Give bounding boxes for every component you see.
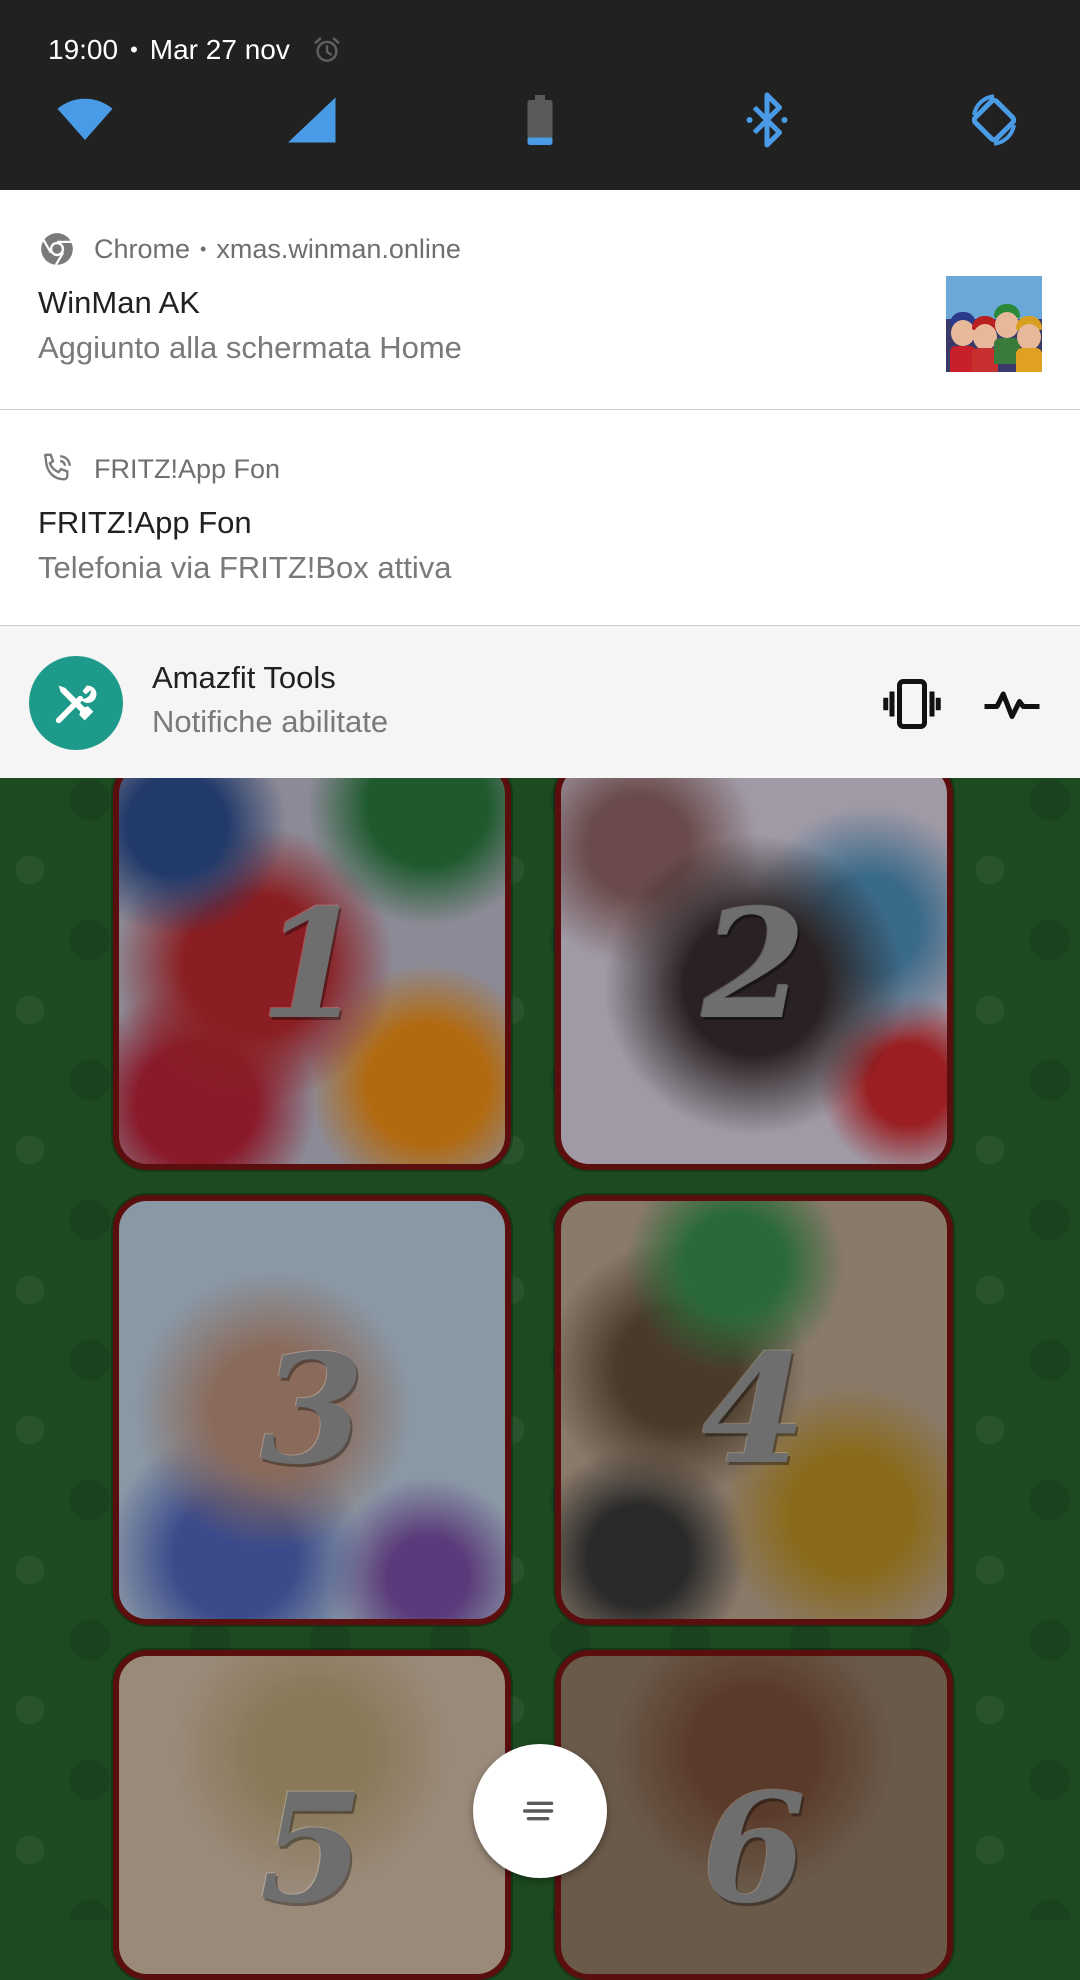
notification-header: Chrome • xmas.winman.online: [38, 230, 461, 268]
calendar-door-2[interactable]: 2: [555, 760, 953, 1170]
notification-shade-header: 19:00 • Mar 27 nov: [0, 0, 1080, 190]
calendar-door-6[interactable]: 6: [555, 1650, 953, 1980]
notification-title: FRITZ!App Fon: [38, 505, 252, 540]
notification-text: Aggiunto alla schermata Home: [38, 330, 462, 365]
status-row: 19:00 • Mar 27 nov: [48, 32, 342, 68]
notification-title: Amazfit Tools: [152, 660, 336, 695]
notification-thumbnail: [946, 276, 1042, 372]
battery-icon: [527, 95, 553, 145]
auto-rotate-tile[interactable]: [964, 90, 1024, 150]
app-name: FRITZ!App Fon: [94, 453, 281, 484]
door-number: 3: [259, 1322, 365, 1498]
quick-settings-row: [0, 90, 1080, 150]
wifi-icon: [57, 98, 113, 140]
chrome-icon: [41, 233, 73, 266]
rotate-icon: [971, 94, 1017, 146]
wifi-tile[interactable]: [55, 90, 115, 150]
vibrate-icon: [883, 679, 941, 729]
phone-icon: [44, 453, 71, 481]
notification-overflow-button[interactable]: [473, 1744, 607, 1878]
calendar-door-1[interactable]: 1: [113, 760, 511, 1170]
pulse-icon: [984, 691, 1040, 719]
battery-tile[interactable]: [510, 90, 570, 150]
notification-text: Telefonia via FRITZ!Box attiva: [38, 550, 452, 585]
bluetooth-icon: [746, 92, 788, 148]
door-number: 1: [259, 877, 365, 1053]
amazfit-notification[interactable]: Amazfit Tools Notifiche abilitate: [0, 626, 1080, 778]
heart-rate-button[interactable]: [982, 674, 1042, 734]
bluetooth-tile[interactable]: [737, 90, 797, 150]
separator-dot: •: [200, 238, 207, 259]
signal-icon: [288, 97, 336, 143]
notes-icon: [522, 1801, 554, 1821]
vibrate-button[interactable]: [882, 674, 942, 734]
calendar-door-4[interactable]: 4: [555, 1195, 953, 1625]
notification-text: Notifiche abilitate: [152, 704, 389, 739]
calendar-door-3[interactable]: 3: [113, 1195, 511, 1625]
mobile-signal-tile[interactable]: [283, 90, 343, 150]
calendar-door-5[interactable]: 5: [113, 1650, 511, 1980]
date[interactable]: Mar 27 nov: [150, 34, 290, 66]
app-name: Chrome: [94, 233, 191, 264]
tools-icon: [55, 685, 97, 724]
fritz-notification[interactable]: FRITZ!App Fon FRITZ!App Fon Telefonia vi…: [0, 410, 1080, 626]
clock: 19:00: [48, 34, 119, 65]
door-number: 4: [701, 1322, 807, 1498]
door-number: 2: [701, 877, 807, 1053]
notification-header: FRITZ!App Fon: [38, 450, 280, 488]
notification-title: WinMan AK: [38, 285, 200, 320]
door-number: 5: [259, 1761, 365, 1937]
door-number: 6: [701, 1761, 807, 1937]
chrome-notification[interactable]: Chrome • xmas.winman.online WinMan AK Ag…: [0, 190, 1080, 410]
separator-dot: •: [130, 37, 138, 62]
alarm-clock-icon[interactable]: [312, 35, 342, 65]
amazfit-app-icon: [29, 656, 123, 750]
notification-source: xmas.winman.online: [216, 233, 461, 264]
